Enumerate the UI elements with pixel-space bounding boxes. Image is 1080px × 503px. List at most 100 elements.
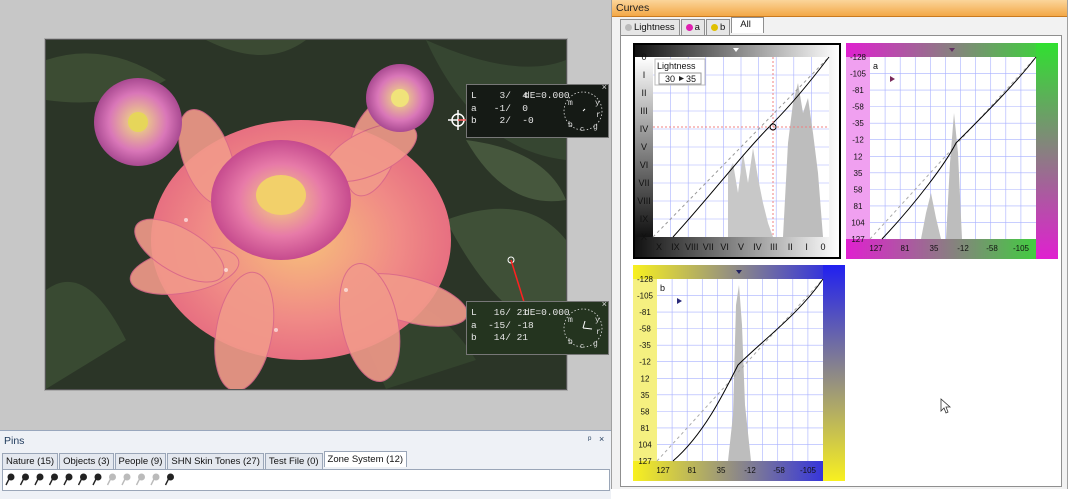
pin-icons-row[interactable] xyxy=(3,470,183,490)
svg-text:b: b xyxy=(568,121,573,130)
axis-tick-label: 104 xyxy=(638,440,652,449)
axis-tick-label: 127 xyxy=(638,457,652,466)
svg-text:m: m xyxy=(568,99,573,108)
pin-panel-icon[interactable]: ᵖ xyxy=(588,434,591,444)
axis-tick-label: 35 xyxy=(930,244,939,253)
axis-tick-label: 35 xyxy=(717,466,726,475)
axis-tick-label: VI xyxy=(720,242,729,252)
axis-tick-label: X xyxy=(641,232,647,242)
axis-tick-label: -81 xyxy=(852,86,864,95)
a-curve-label: a xyxy=(873,61,878,71)
pin-icon[interactable] xyxy=(92,473,102,486)
svg-text:r: r xyxy=(596,328,601,337)
pin-readout-2[interactable]: L 16/ 21 a -15/ -18 b 14/ 21 dE=0.000 × m … xyxy=(466,301,609,355)
axis-tick-label: VII xyxy=(638,178,649,188)
tab-shn-skin-tones[interactable]: SHN Skin Tones (27) xyxy=(167,453,264,469)
pin-readout-1[interactable]: L 3/ 4a -1/ 0b 2/ -0 dE=0.000 × m y r g … xyxy=(466,84,609,138)
readout-l-value: L 16/ 21 xyxy=(471,307,529,318)
a-curve-box[interactable]: a -128 -105 -81 -58 -35 -12 12 35 58 81 104 127 127… xyxy=(846,43,1058,259)
tab-a[interactable]: a xyxy=(680,19,705,35)
axis-tick-label: I xyxy=(805,242,808,252)
pin-icon[interactable] xyxy=(106,473,117,486)
axis-tick-label: -128 xyxy=(637,275,654,284)
pin-icon[interactable] xyxy=(34,473,44,486)
b-curve-box[interactable]: b -128 -105 -81 -58 -35 -12 12 35 58 81 104 127 127… xyxy=(633,265,845,481)
axis-tick-label: -58 xyxy=(852,103,864,112)
svg-text:b: b xyxy=(568,338,573,347)
svg-text:r: r xyxy=(596,111,601,120)
tab-all[interactable]: All xyxy=(731,17,764,33)
axis-tick-label: V xyxy=(641,142,647,152)
pin-icon[interactable] xyxy=(164,473,175,486)
axis-tick-label: -12 xyxy=(852,136,864,145)
tab-zone-system[interactable]: Zone System (12) xyxy=(323,451,408,467)
readout-a-value: a -15/ -18 xyxy=(471,319,534,331)
axis-tick-label: 0 xyxy=(641,52,646,62)
tab-nature[interactable]: Nature (15) xyxy=(2,453,59,469)
axis-tick-label: 81 xyxy=(641,424,650,433)
curves-tab-bar: Lightness a b All xyxy=(620,17,765,35)
lightness-input-value: 30 xyxy=(665,74,675,84)
axis-tick-label: -58 xyxy=(986,244,998,253)
curves-body: Lightness 30 35 0 I II III IV V VI VII VIII IX X X… xyxy=(620,35,1062,487)
axis-tick-label: X xyxy=(656,242,662,252)
mouse-cursor-icon xyxy=(940,398,952,414)
axis-tick-label: 35 xyxy=(854,169,863,178)
axis-tick-label: -35 xyxy=(852,119,864,128)
axis-tick-label: 12 xyxy=(854,152,863,161)
axis-tick-label: IV xyxy=(753,242,762,252)
axis-tick-label: IX xyxy=(671,242,680,252)
axis-tick-label: -58 xyxy=(639,325,651,334)
tab-lightness[interactable]: Lightness xyxy=(620,19,680,35)
lightness-curve-box[interactable]: Lightness 30 35 0 I II III IV V VI VII VIII IX X X… xyxy=(633,43,841,259)
svg-text:y: y xyxy=(595,99,600,108)
pin-icon[interactable] xyxy=(63,473,73,486)
pin-icon[interactable] xyxy=(48,473,59,486)
axis-tick-label: IV xyxy=(640,124,649,134)
pins-strip xyxy=(2,469,610,491)
lightness-output-value: 35 xyxy=(686,74,696,84)
lightness-icon xyxy=(625,24,632,31)
axis-tick-label: 12 xyxy=(641,374,650,383)
pin-icon[interactable] xyxy=(150,473,160,486)
curves-panel: Curves Lightness a b All Lightness 30 35… xyxy=(611,0,1068,489)
axis-tick-label: -105 xyxy=(800,466,817,475)
svg-text:g: g xyxy=(593,123,598,132)
axis-tick-label: II xyxy=(788,242,793,252)
pin-icon[interactable] xyxy=(135,473,146,486)
pins-tab-bar: Nature (15) Objects (3) People (9) SHN S… xyxy=(2,451,408,469)
image-canvas-area: L 3/ 4a -1/ 0b 2/ -0 dE=0.000 × m y r g … xyxy=(0,0,611,430)
tab-b[interactable]: b xyxy=(705,19,731,35)
axis-tick-label: 81 xyxy=(854,202,863,211)
axis-tick-label: 127 xyxy=(869,244,883,253)
axis-tick-label: 127 xyxy=(656,466,670,475)
axis-tick-label: VI xyxy=(640,160,649,170)
axis-tick-label: -12 xyxy=(639,358,651,367)
lightness-curve-label: Lightness xyxy=(657,61,696,71)
readout-a-value: a -1/ 0 xyxy=(471,102,529,114)
axis-tick-label: 58 xyxy=(854,185,863,194)
pin-icon[interactable] xyxy=(77,473,88,486)
axis-tick-label: 0 xyxy=(820,242,825,252)
pins-panel: Pins ᵖ × Nature (15) Objects (3) People … xyxy=(0,430,611,499)
pin-icon[interactable] xyxy=(19,473,30,486)
tab-test-file[interactable]: Test File (0) xyxy=(264,453,323,469)
axis-tick-label: VIII xyxy=(685,242,699,252)
b-channel-icon xyxy=(710,24,718,31)
tab-objects[interactable]: Objects (3) xyxy=(59,453,114,469)
curves-title: Curves xyxy=(616,2,650,14)
pin-icon[interactable] xyxy=(121,473,131,486)
pins-panel-title: Pins xyxy=(4,435,25,447)
axis-tick-label: 81 xyxy=(901,244,910,253)
axis-tick-label: V xyxy=(738,242,744,252)
axis-tick-label: -81 xyxy=(639,308,651,317)
curves-title-bar: Curves xyxy=(612,0,1067,17)
pin-icon[interactable] xyxy=(5,473,15,486)
a-channel-icon xyxy=(685,24,693,31)
tab-people[interactable]: People (9) xyxy=(114,453,167,469)
axis-tick-label: VII xyxy=(703,242,714,252)
axis-tick-label: -58 xyxy=(773,466,785,475)
svg-text:y: y xyxy=(595,316,600,325)
axis-tick-label: -12 xyxy=(744,466,756,475)
close-panel-button[interactable]: × xyxy=(599,434,604,444)
